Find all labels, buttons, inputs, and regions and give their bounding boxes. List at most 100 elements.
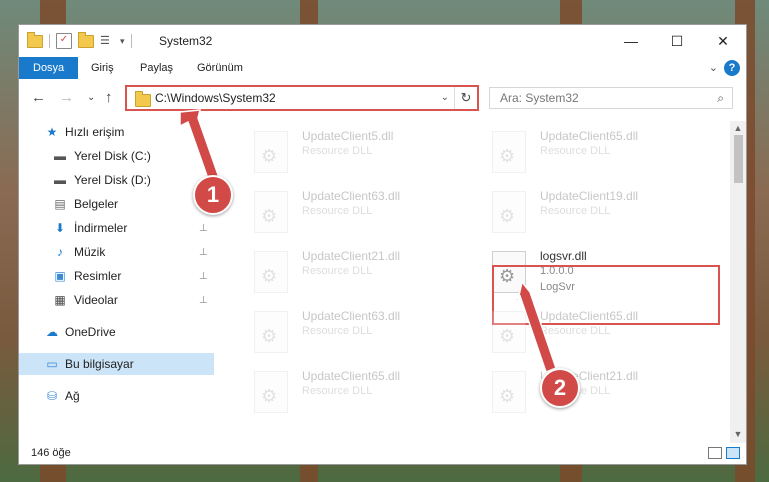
scroll-up-icon[interactable]: ▲ (730, 123, 746, 133)
pin-icon[interactable]: ⊥ (199, 295, 208, 306)
sidebar-item-label: Ağ (65, 389, 80, 403)
file-description: Resource DLL (540, 205, 611, 217)
vertical-scrollbar[interactable]: ▲ ▼ (730, 121, 746, 443)
back-button[interactable]: ← (31, 89, 46, 106)
file-list: ⚙ UpdateClient5.dll Resource DLL ⚙ Updat… (224, 121, 729, 443)
sidebar-item-music[interactable]: ♪ Müzik ⊥ (19, 241, 214, 263)
sidebar-item-label: Hızlı erişim (65, 125, 125, 139)
refresh-button[interactable]: ↻ (454, 87, 477, 109)
sidebar-item-local-disk-d[interactable]: ▬ Yerel Disk (D:) (19, 169, 214, 191)
help-icon[interactable]: ? (724, 60, 740, 76)
file-item[interactable]: ⚙ UpdateClient63.dll Resource DLL (240, 185, 460, 235)
navigation-pane: ★ Hızlı erişim ▬ Yerel Disk (C:) ▬ Yerel… (19, 121, 214, 441)
tab-file[interactable]: Dosya (19, 57, 79, 79)
sidebar-item-this-pc[interactable]: ▭ Bu bilgisayar (19, 353, 214, 375)
file-name: logsvr.dll (540, 249, 587, 263)
file-item[interactable]: ⚙ UpdateClient65.dll Resource DLL (478, 125, 698, 175)
dll-file-icon: ⚙ (254, 251, 288, 293)
new-folder-icon[interactable] (78, 31, 94, 48)
minimize-button[interactable]: — (608, 25, 654, 57)
file-name: UpdateClient5.dll (302, 129, 394, 143)
gear-icon: ⚙ (499, 326, 516, 346)
close-button[interactable]: ✕ (700, 25, 746, 57)
dll-file-icon: ⚙ (492, 191, 526, 233)
computer-icon: ▭ (46, 357, 58, 371)
sidebar-item-label: Yerel Disk (C:) (74, 149, 151, 163)
sidebar-item-label: Yerel Disk (D:) (74, 173, 151, 187)
scroll-down-icon[interactable]: ▼ (730, 429, 746, 439)
view-toggle (708, 447, 740, 459)
search-box[interactable]: Ara: System32 ⌕ (489, 87, 733, 109)
address-bar[interactable]: C:\Windows\System32 ⌄ ↻ (125, 85, 479, 111)
sidebar-item-documents[interactable]: ▤ Belgeler (19, 193, 214, 215)
tab-home[interactable]: Giriş (83, 57, 122, 79)
folder-icon (135, 91, 151, 107)
maximize-button[interactable]: ☐ (654, 25, 700, 57)
details-view-icon[interactable] (708, 447, 722, 459)
dll-file-icon: ⚙ (492, 311, 526, 353)
address-dropdown-icon[interactable]: ⌄ (441, 92, 449, 103)
file-item[interactable]: ⚙ UpdateClient65.dll Resource DLL (478, 305, 698, 355)
sidebar-item-local-disk-c[interactable]: ▬ Yerel Disk (C:) (19, 145, 214, 167)
sidebar-item-network[interactable]: ⛁ Ağ (19, 385, 214, 407)
gear-icon: ⚙ (499, 146, 516, 166)
sidebar-item-label: Bu bilgisayar (65, 357, 134, 371)
file-item[interactable]: ⚙ UpdateClient21.dll Resource DLL (478, 365, 698, 415)
item-count: 146 öğe (31, 447, 71, 459)
file-description: Resource DLL (302, 325, 373, 337)
navigation-bar: ← → ⌄ ↑ C:\Windows\System32 ⌄ ↻ Ara: Sys… (19, 83, 746, 113)
callout-step-1: 1 (193, 175, 233, 215)
large-icons-view-icon[interactable] (726, 447, 740, 459)
search-placeholder[interactable]: Ara: System32 (500, 91, 579, 105)
file-name: UpdateClient19.dll (540, 189, 639, 203)
tab-view[interactable]: Görünüm (189, 57, 251, 79)
file-name: UpdateClient21.dll (302, 249, 401, 263)
pin-icon[interactable]: ⊥ (199, 247, 208, 258)
customize-icon[interactable]: ☰ (100, 34, 114, 48)
pin-icon[interactable]: ⊥ (199, 271, 208, 282)
sidebar-item-pictures[interactable]: ▣ Resimler ⊥ (19, 265, 214, 287)
gear-icon: ⚙ (499, 386, 516, 406)
file-name: UpdateClient65.dll (302, 369, 401, 383)
sidebar-item-onedrive[interactable]: ☁ OneDrive (19, 321, 214, 343)
qat-dropdown-icon[interactable]: ▾ (120, 36, 125, 47)
file-name: UpdateClient65.dll (540, 129, 639, 143)
file-description: Resource DLL (302, 145, 373, 157)
file-item[interactable]: ⚙ UpdateClient63.dll Resource DLL (240, 305, 460, 355)
scroll-thumb[interactable] (734, 135, 743, 183)
sidebar-item-quick-access[interactable]: ★ Hızlı erişim (19, 121, 214, 143)
file-item[interactable]: ⚙ UpdateClient65.dll Resource DLL (240, 365, 460, 415)
expand-ribbon-icon[interactable]: ⌄ (709, 61, 718, 74)
dll-file-icon: ⚙ (254, 131, 288, 173)
gear-icon: ⚙ (261, 206, 278, 226)
search-icon[interactable]: ⌕ (717, 91, 724, 106)
callout-step-2: 2 (540, 368, 580, 408)
drive-icon: ▬ (54, 149, 66, 163)
sidebar-item-videos[interactable]: ▦ Videolar ⊥ (19, 289, 214, 311)
file-item[interactable]: ⚙ UpdateClient21.dll Resource DLL (240, 245, 460, 295)
sidebar-item-downloads[interactable]: ⬇ İndirmeler ⊥ (19, 217, 214, 239)
sidebar-item-label: Resimler (74, 269, 122, 283)
file-description: Resource DLL (540, 325, 611, 337)
file-description: Resource DLL (302, 205, 373, 217)
gear-icon: ⚙ (261, 146, 278, 166)
ribbon-tabs: Dosya Giriş Paylaş Görünüm ⌄ ? (19, 57, 746, 79)
address-path[interactable]: C:\Windows\System32 (155, 91, 276, 105)
file-item[interactable]: ⚙ UpdateClient5.dll Resource DLL (240, 125, 460, 175)
tab-share[interactable]: Paylaş (132, 57, 181, 79)
cloud-icon: ☁ (46, 325, 58, 339)
dll-file-icon: ⚙ (254, 191, 288, 233)
properties-icon[interactable]: ✓ (56, 33, 72, 49)
title-bar: ✓ ☰ ▾ System32 — ☐ ✕ (19, 25, 746, 57)
dll-file-icon: ⚙ (492, 131, 526, 173)
divider (130, 34, 132, 48)
pin-icon[interactable]: ⊥ (199, 223, 208, 234)
file-item[interactable]: ⚙ UpdateClient19.dll Resource DLL (478, 185, 698, 235)
forward-button[interactable]: → (59, 89, 74, 106)
sidebar-item-label: Videolar (74, 293, 118, 307)
divider (49, 34, 50, 48)
up-button[interactable]: ↑ (105, 89, 113, 106)
star-icon: ★ (46, 125, 58, 139)
recent-locations-button[interactable]: ⌄ (87, 92, 95, 103)
network-icon: ⛁ (46, 389, 58, 403)
